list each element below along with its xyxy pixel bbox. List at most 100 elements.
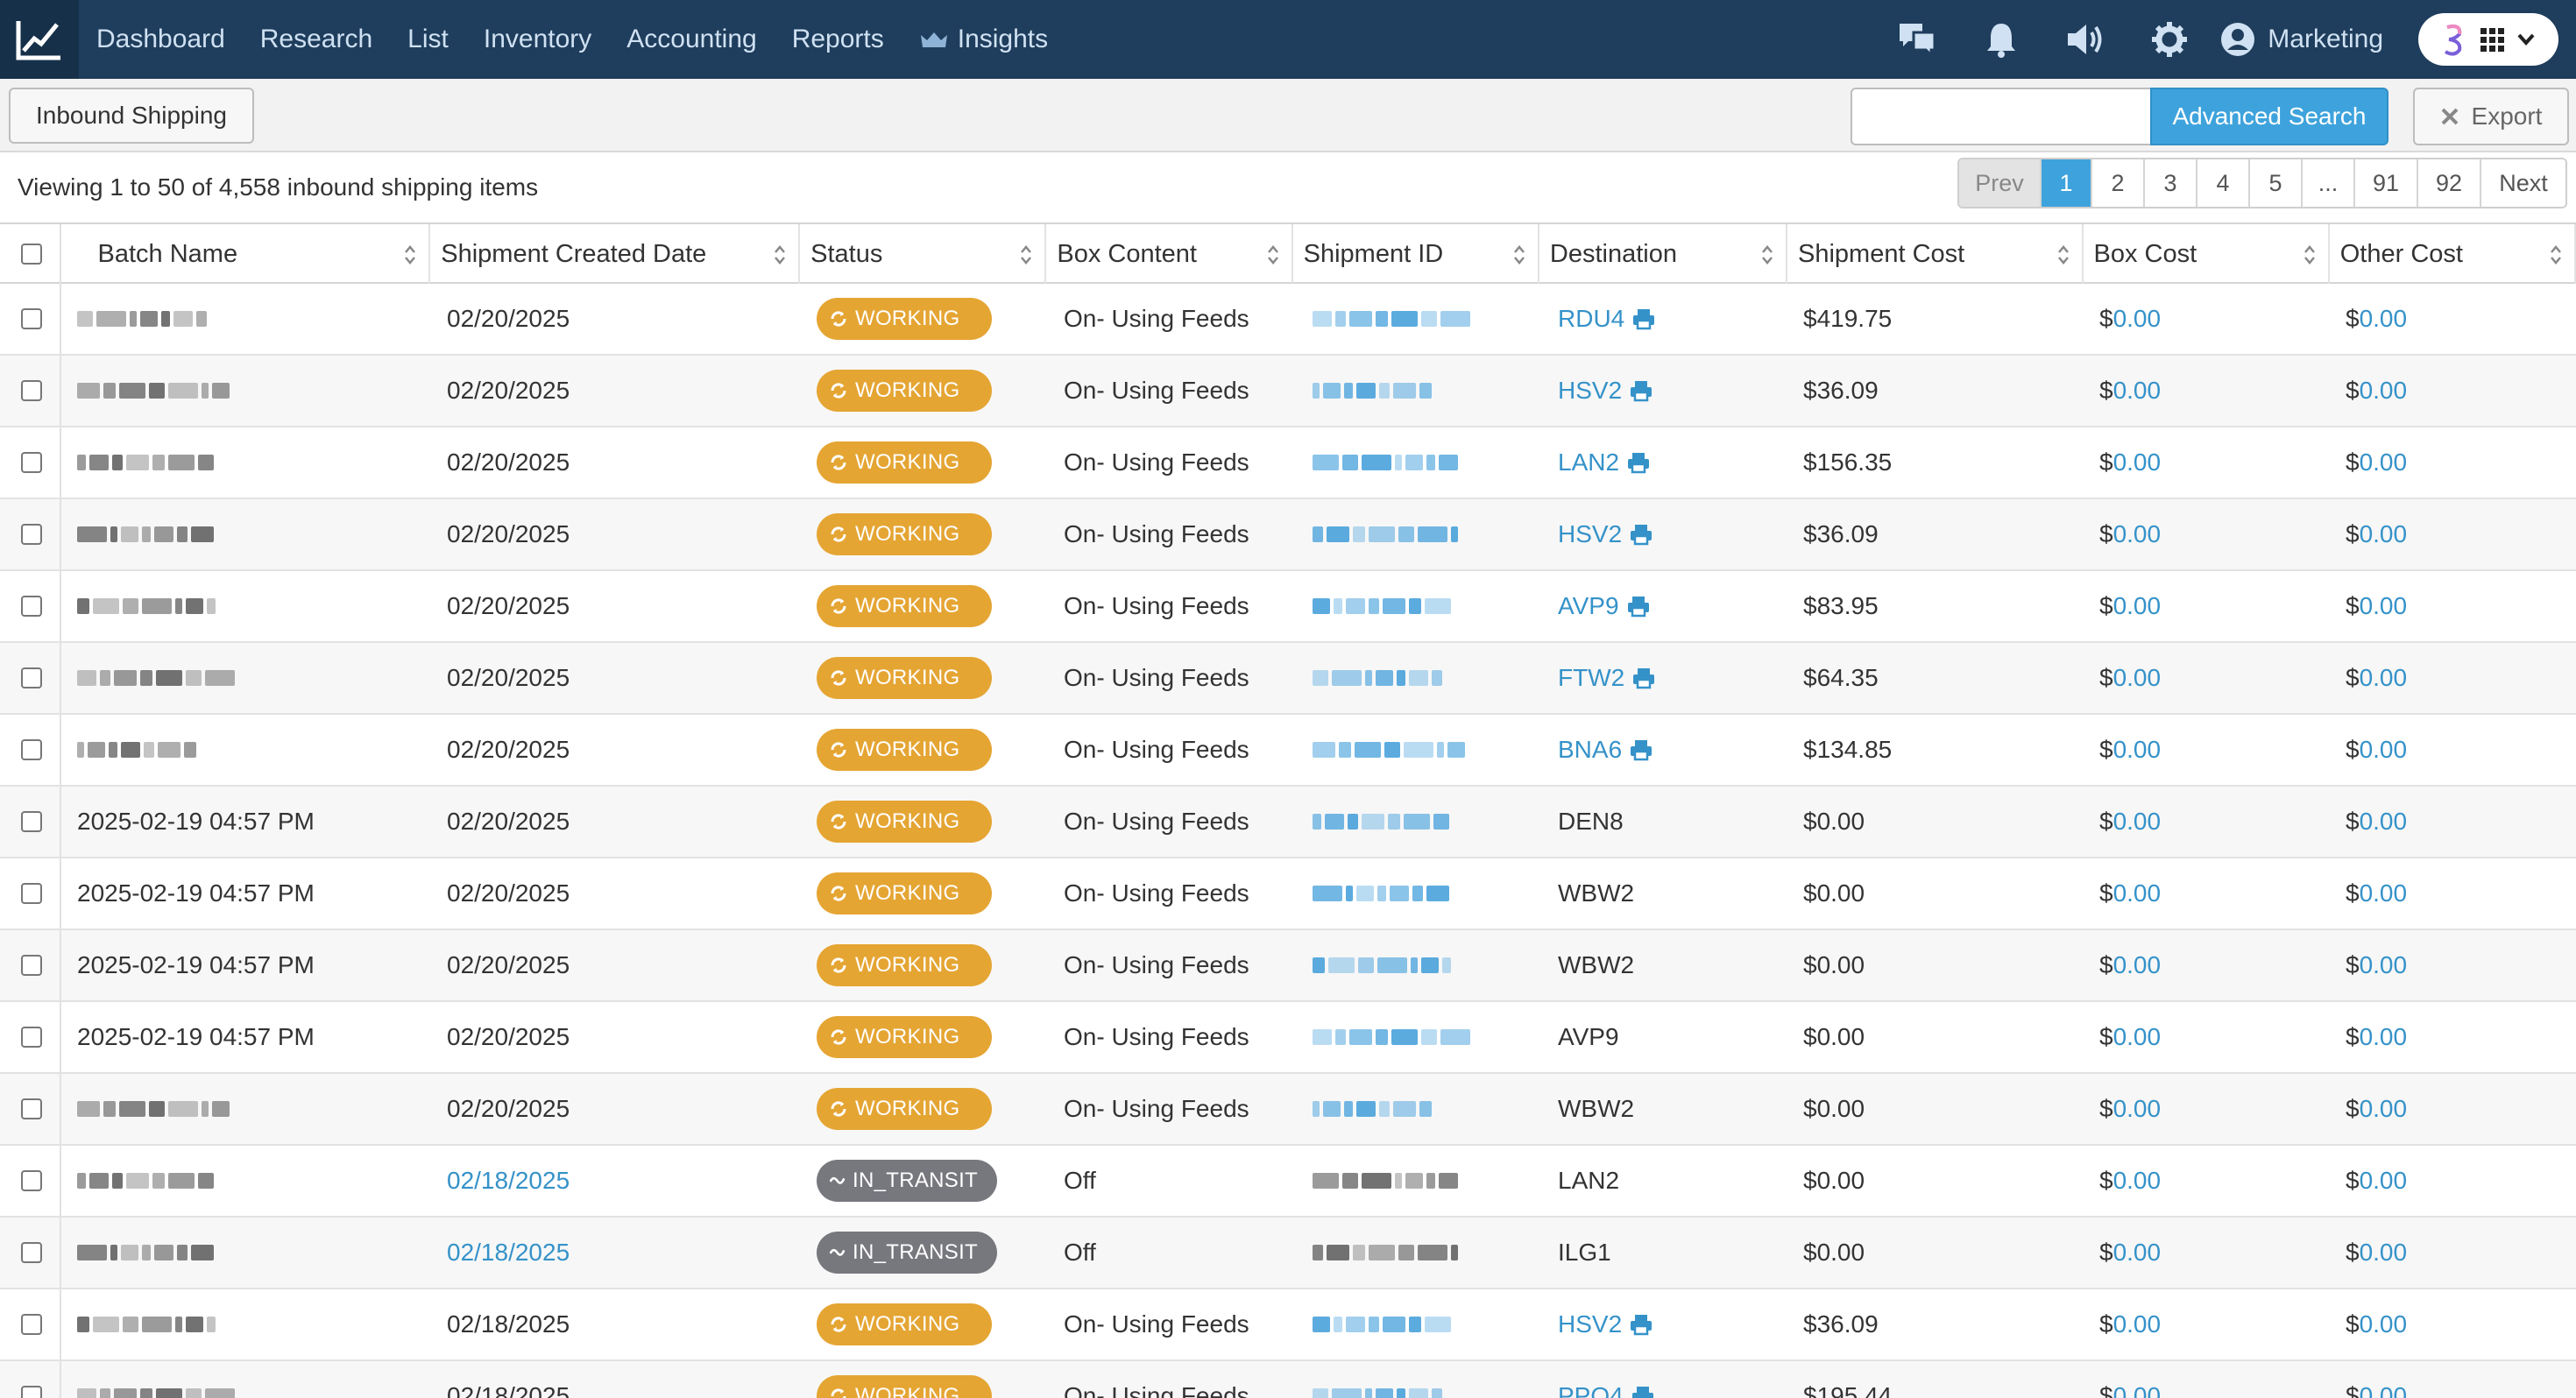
row-checkbox[interactable] [21,524,42,545]
printer-icon[interactable] [1626,451,1651,474]
destination-code[interactable]: RDU4 [1558,305,1624,333]
shipment-id-cell[interactable] [1313,499,1458,569]
box-cost-cell[interactable]: $0.00 [2099,427,2161,498]
table-row[interactable]: 02/18/2025 WORKING On- Using Feeds HSV2 $36.… [0,1289,2576,1361]
row-checkbox[interactable] [21,380,42,401]
printer-icon[interactable] [1629,379,1653,402]
printer-icon[interactable] [1631,307,1656,330]
box-cost-cell[interactable]: $0.00 [2099,643,2161,713]
table-row[interactable]: 02/20/2025 WORKING On- Using Feeds AVP9 $83.… [0,571,2576,643]
created-date-cell[interactable]: 02/18/2025 [447,1146,570,1216]
box-cost[interactable]: 0.00 [2113,879,2162,907]
user-name[interactable]: Marketing [2268,25,2383,54]
row-checkbox[interactable] [21,739,42,760]
destination[interactable]: HSV2 [1558,1310,1653,1338]
other-cost[interactable]: 0.00 [2360,1239,2408,1267]
shipment-id-cell[interactable] [1313,1361,1442,1398]
box-cost-cell[interactable]: $0.00 [2099,1218,2161,1288]
table-row[interactable]: 02/18/2025 IN_TRANSIT Off LAN2 $0.00 $0.00 $0.… [0,1146,2576,1218]
other-cost-cell[interactable]: $0.00 [2346,643,2407,713]
other-cost[interactable]: 0.00 [2360,305,2408,333]
destination-cell[interactable]: HSV2 [1558,356,1653,426]
shipment-id-cell[interactable] [1313,930,1451,1000]
speaker-icon[interactable] [2043,0,2127,79]
other-cost-cell[interactable]: $0.00 [2346,858,2407,928]
apps-switcher[interactable] [2418,13,2558,66]
sort-icon[interactable] [2304,244,2316,266]
advanced-search-button[interactable]: Advanced Search [2150,88,2388,145]
destination[interactable]: BNA6 [1558,736,1653,764]
table-row[interactable]: 02/20/2025 WORKING On- Using Feeds BNA6 $134… [0,715,2576,787]
other-cost-cell[interactable]: $0.00 [2346,1289,2407,1359]
nav-item-inventory[interactable]: Inventory [484,25,591,54]
destination-cell[interactable]: HSV2 [1558,1289,1653,1359]
printer-icon[interactable] [1631,1385,1655,1398]
box-cost-cell[interactable]: $0.00 [2099,1146,2161,1216]
sort-icon[interactable] [2057,244,2070,266]
box-cost-cell[interactable]: $0.00 [2099,499,2161,569]
other-cost-cell[interactable]: $0.00 [2346,427,2407,498]
other-cost[interactable]: 0.00 [2360,879,2408,907]
other-cost[interactable]: 0.00 [2360,1167,2408,1195]
table-row[interactable]: 2025-02-19 04:57 PM 02/20/2025 WORKING On- … [0,858,2576,930]
nav-item-reports[interactable]: Reports [792,25,884,54]
shipment-id-cell[interactable] [1313,787,1449,857]
destination-cell[interactable]: FTW2 [1558,643,1656,713]
row-checkbox[interactable] [21,596,42,617]
other-cost-cell[interactable]: $0.00 [2346,715,2407,785]
other-cost[interactable]: 0.00 [2360,1023,2408,1051]
shipment-id-cell[interactable] [1313,1289,1451,1359]
column-header-batch-name[interactable]: Batch Name [88,224,431,284]
destination[interactable]: HSV2 [1558,520,1653,548]
other-cost-cell[interactable]: $0.00 [2346,1074,2407,1144]
box-cost[interactable]: 0.00 [2113,664,2162,692]
nav-item-research[interactable]: Research [260,25,372,54]
shipment-id-cell[interactable] [1313,858,1449,928]
row-checkbox[interactable] [21,1098,42,1119]
shipment-id-cell[interactable] [1313,284,1470,354]
search-input[interactable] [1851,88,2152,145]
destination-cell[interactable]: LAN2 [1558,427,1651,498]
box-cost[interactable]: 0.00 [2113,592,2162,620]
table-row[interactable]: 02/20/2025 WORKING On- Using Feeds HSV2 $36.… [0,356,2576,427]
box-cost[interactable]: 0.00 [2113,951,2162,979]
table-row[interactable]: 02/20/2025 WORKING On- Using Feeds HSV2 $36.… [0,499,2576,571]
other-cost-cell[interactable]: $0.00 [2346,1218,2407,1288]
row-checkbox[interactable] [21,1242,42,1263]
other-cost[interactable]: 0.00 [2360,448,2408,477]
shipment-id-cell[interactable] [1313,1218,1458,1288]
box-cost-cell[interactable]: $0.00 [2099,571,2161,641]
destination-code[interactable]: HSV2 [1558,377,1622,405]
printer-icon[interactable] [1629,1313,1653,1336]
table-row[interactable]: 02/20/2025 WORKING On- Using Feeds RDU4 $419… [0,284,2576,356]
shipment-id-cell[interactable] [1313,571,1451,641]
table-row[interactable]: 02/18/2025 IN_TRANSIT Off ILG1 $0.00 $0.00 $0.… [0,1218,2576,1289]
app-logo[interactable] [0,0,79,79]
column-header-box-content[interactable]: Box Content [1046,224,1293,284]
box-cost[interactable]: 0.00 [2113,1023,2162,1051]
destination-cell[interactable]: PPO4 [1558,1361,1655,1398]
box-cost[interactable]: 0.00 [2113,1310,2162,1338]
row-checkbox[interactable] [21,1386,42,1398]
row-checkbox[interactable] [21,1170,42,1191]
created-date-cell[interactable]: 02/18/2025 [447,1218,570,1288]
box-cost[interactable]: 0.00 [2113,377,2162,405]
box-cost[interactable]: 0.00 [2113,448,2162,477]
nav-item-accounting[interactable]: Accounting [626,25,756,54]
destination[interactable]: AVP9 [1558,592,1651,620]
box-cost-cell[interactable]: $0.00 [2099,858,2161,928]
column-header-other-cost[interactable]: Other Cost [2330,224,2576,284]
sort-icon[interactable] [1761,244,1773,266]
nav-item-list[interactable]: List [407,25,449,54]
table-row[interactable]: 02/20/2025 WORKING On- Using Feeds LAN2 $156… [0,427,2576,499]
box-cost[interactable]: 0.00 [2113,1382,2162,1398]
page-91[interactable]: 91 [2355,159,2418,207]
row-checkbox[interactable] [21,883,42,904]
sort-icon[interactable] [1513,244,1525,266]
column-header-status[interactable]: Status [800,224,1047,284]
export-button[interactable]: Export [2413,88,2569,145]
other-cost-cell[interactable]: $0.00 [2346,1002,2407,1072]
destination[interactable]: FTW2 [1558,664,1656,692]
destination-code[interactable]: HSV2 [1558,1310,1622,1338]
sort-icon[interactable] [1020,244,1032,266]
